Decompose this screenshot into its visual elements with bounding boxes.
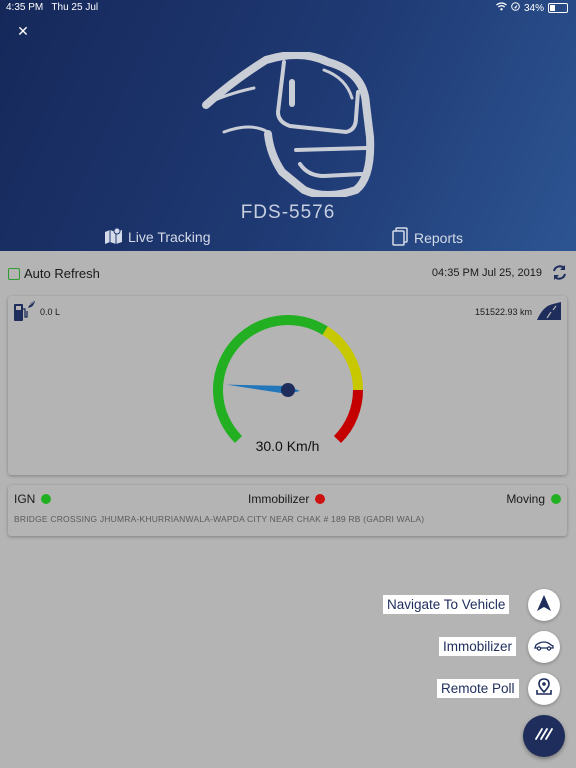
gauge-hub: [281, 383, 295, 397]
close-icon: ✕: [17, 23, 29, 39]
actions-menu-fab[interactable]: [523, 715, 565, 757]
battery-percent: 34%: [523, 2, 544, 14]
immobilizer-action-label[interactable]: Immobilizer: [439, 637, 517, 656]
fuel-value: 0.0 L: [40, 307, 61, 317]
refresh-button[interactable]: [551, 264, 568, 286]
immobilizer-indicator: [315, 494, 326, 504]
status-time: 4:35 PM: [6, 2, 44, 13]
refresh-icon: [551, 265, 568, 285]
auto-refresh-checkbox[interactable]: [8, 267, 20, 280]
battery-icon: [548, 3, 568, 13]
close-button[interactable]: ✕: [14, 22, 32, 40]
location-services-icon: [511, 2, 520, 14]
gauge-arc-yellow: [322, 326, 363, 391]
car-icon: [534, 638, 554, 656]
vehicle-status-card: IGN Immobilizer Moving BRIDGE CROSSING J…: [8, 485, 567, 536]
vehicle-address: BRIDGE CROSSING JHUMRA-KHURRIANWALA-WAPD…: [14, 514, 425, 524]
map-icon: [104, 227, 123, 247]
fuel-pump-icon: [12, 300, 36, 324]
tab-reports[interactable]: Reports: [391, 227, 463, 249]
status-date: Thu 25 Jul: [51, 2, 99, 13]
documents-icon: [391, 227, 409, 249]
tab-live-tracking-label: Live Tracking: [128, 229, 211, 245]
fuel-level: 0.0 L: [12, 300, 60, 324]
tab-live-tracking[interactable]: Live Tracking: [104, 227, 210, 247]
odometer: 151522.93 km: [475, 302, 561, 322]
moving-label: Moving: [506, 492, 545, 506]
navigate-to-vehicle-button[interactable]: [528, 589, 560, 621]
speed-gauge-card: 0.0 L 151522.93 km 30.0 Km/h: [8, 296, 567, 475]
speedometer: [208, 314, 368, 449]
status-bar: 4:35 PM Thu 25 Jul 34%: [0, 0, 576, 16]
auto-refresh-label: Auto Refresh: [24, 266, 100, 281]
auto-refresh-toggle[interactable]: Auto Refresh: [8, 266, 100, 281]
navigation-arrow-icon: [536, 594, 552, 617]
immobilizer-status-label: Immobilizer: [248, 492, 310, 506]
vehicle-header: 4:35 PM Thu 25 Jul 34% ✕ FDS-5576 Live T…: [0, 0, 576, 251]
moving-status: Moving: [506, 492, 561, 506]
gauge-arc-red: [333, 389, 363, 444]
speed-readout: 30.0 Km/h: [255, 438, 320, 454]
immobilizer-status: Immobilizer: [248, 492, 326, 506]
tab-reports-label: Reports: [414, 230, 464, 246]
odometer-value: 151522.93 km: [474, 307, 532, 317]
ignition-indicator: [41, 494, 52, 504]
wifi-icon: [496, 2, 507, 14]
road-icon: [537, 302, 561, 322]
vehicle-plate: FDS-5576: [240, 202, 336, 223]
gauge-arc-green: [213, 315, 328, 444]
remote-poll-button[interactable]: [528, 673, 560, 705]
menu-slashes-icon: [534, 727, 554, 746]
remote-poll-label[interactable]: Remote Poll: [437, 679, 519, 698]
ignition-label: IGN: [14, 492, 36, 506]
navigate-to-vehicle-label[interactable]: Navigate To Vehicle: [383, 595, 510, 614]
ignition-status: IGN: [14, 492, 52, 506]
immobilizer-button[interactable]: [528, 631, 560, 663]
location-pin-icon: [535, 677, 553, 701]
bus-icon: [196, 50, 380, 202]
last-updated-timestamp: 04:35 PM Jul 25, 2019: [431, 267, 542, 279]
moving-indicator: [551, 494, 561, 504]
